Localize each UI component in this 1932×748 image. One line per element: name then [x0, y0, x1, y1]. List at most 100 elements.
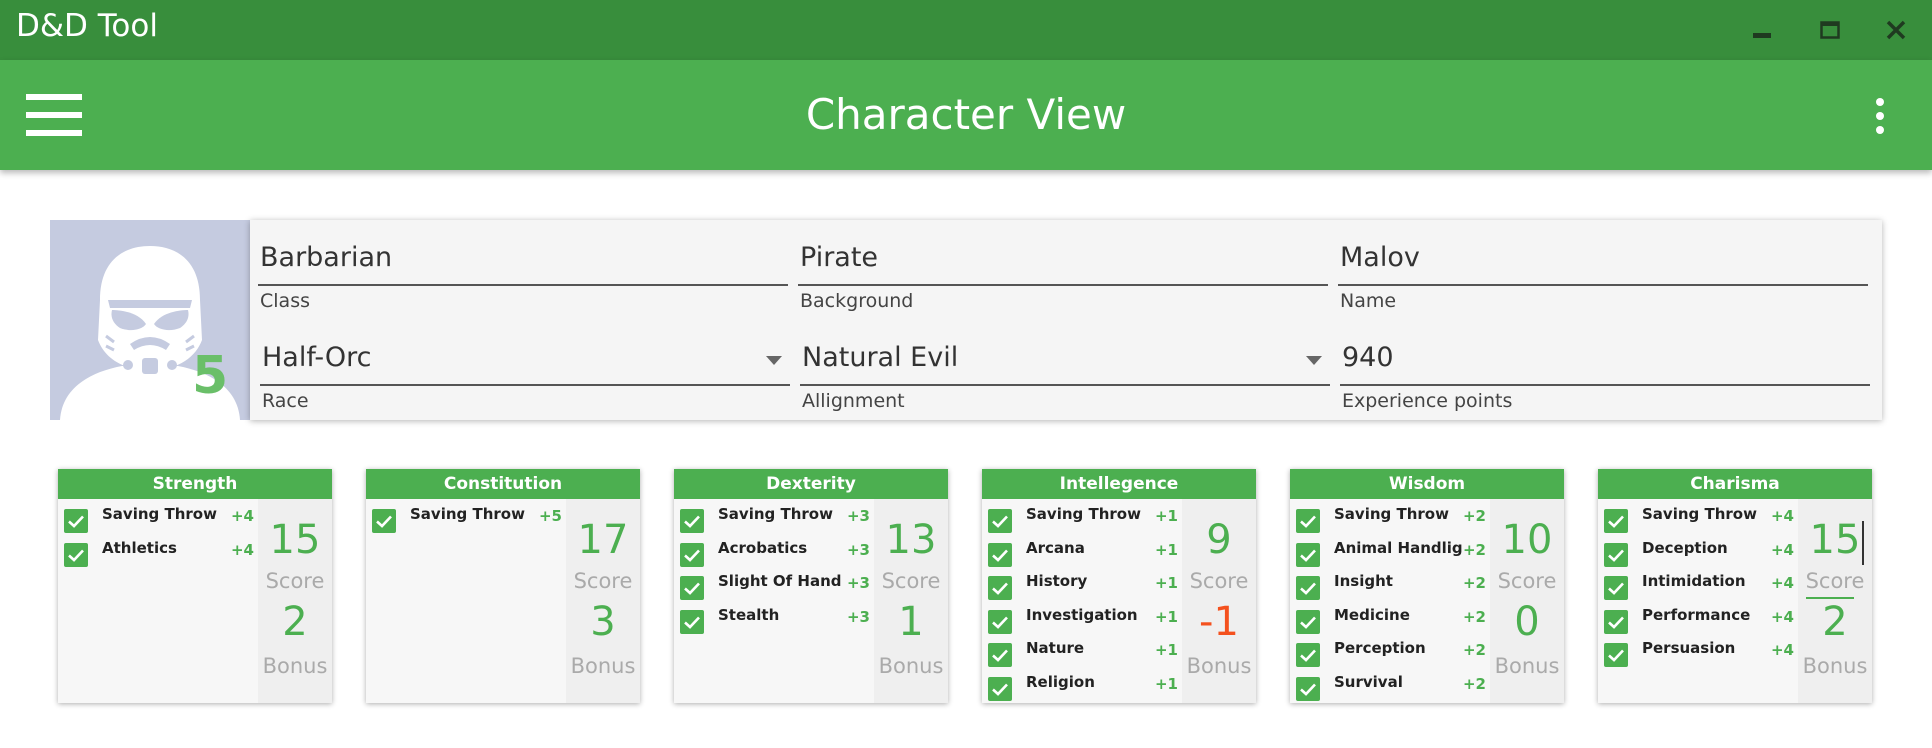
chevron-down-icon[interactable] — [1306, 356, 1322, 365]
skill-checkbox[interactable] — [680, 576, 704, 600]
skill-checkbox[interactable] — [1296, 610, 1320, 634]
name-input[interactable]: Malov — [1340, 242, 1420, 273]
skill-row[interactable]: Insight +2 — [1294, 570, 1488, 600]
skill-checkbox[interactable] — [680, 509, 704, 533]
skill-row[interactable]: Investigation +1 — [986, 604, 1180, 634]
maximize-button[interactable] — [1810, 10, 1850, 50]
skill-checkbox[interactable] — [1296, 543, 1320, 567]
skill-checkbox[interactable] — [1296, 677, 1320, 701]
skill-row[interactable]: Performance +4 — [1602, 604, 1796, 634]
skill-row[interactable]: Saving Throw +4 — [62, 503, 256, 533]
experience-label: Experience points — [1342, 390, 1513, 412]
text-cursor — [1862, 521, 1864, 565]
skill-row[interactable]: Persuasion +4 — [1602, 637, 1796, 667]
ability-score-input[interactable]: 10 — [1490, 517, 1564, 563]
skill-row[interactable]: Nature +1 — [986, 637, 1180, 667]
skill-checkbox[interactable] — [988, 610, 1012, 634]
skill-checkbox[interactable] — [988, 509, 1012, 533]
skill-name: Saving Throw — [1026, 505, 1141, 523]
score-column: 9 Score -1 Bonus — [1182, 499, 1256, 703]
skill-checkbox[interactable] — [64, 543, 88, 567]
skill-row[interactable]: Saving Throw +3 — [678, 503, 872, 533]
class-field[interactable]: Barbarian Class — [250, 220, 790, 312]
ability-bonus: 0 — [1514, 599, 1540, 645]
minimize-button[interactable] — [1742, 10, 1782, 50]
skill-modifier: +4 — [230, 541, 254, 559]
skill-name: Religion — [1026, 673, 1095, 691]
close-button[interactable] — [1876, 10, 1916, 50]
skill-checkbox[interactable] — [680, 610, 704, 634]
skill-checkbox[interactable] — [680, 543, 704, 567]
skill-row[interactable]: Religion +1 — [986, 671, 1180, 701]
ability-score-input[interactable]: 17 — [566, 517, 640, 563]
skill-row[interactable]: Slight Of Hand +3 — [678, 570, 872, 600]
skill-row[interactable]: History +1 — [986, 570, 1180, 600]
skill-row[interactable]: Medicine +2 — [1294, 604, 1488, 634]
skill-modifier: +1 — [1154, 608, 1178, 626]
skill-checkbox[interactable] — [1604, 543, 1628, 567]
skill-checkbox[interactable] — [988, 543, 1012, 567]
skill-row[interactable]: Acrobatics +3 — [678, 537, 872, 567]
skill-modifier: +4 — [1770, 541, 1794, 559]
name-field[interactable]: Malov Name — [1330, 220, 1870, 312]
skill-checkbox[interactable] — [372, 509, 396, 533]
skill-row[interactable]: Saving Throw +4 — [1602, 503, 1796, 533]
character-level: 5 — [192, 346, 229, 406]
experience-field[interactable]: 940 Experience points — [1332, 320, 1872, 412]
ability-score-input[interactable]: 15 — [1798, 517, 1872, 563]
experience-input[interactable]: 940 — [1342, 342, 1394, 373]
skill-checkbox[interactable] — [1296, 643, 1320, 667]
ability-bonus: 3 — [590, 599, 616, 645]
alignment-field[interactable]: Natural Evil Allignment — [792, 320, 1332, 412]
skill-checkbox[interactable] — [1296, 509, 1320, 533]
skill-checkbox[interactable] — [64, 509, 88, 533]
ability-score-input[interactable]: 13 — [874, 517, 948, 563]
ability-card-wisdom: Wisdom Saving Throw +2 Animal Handlig +2 Insi… — [1290, 469, 1564, 703]
skill-name: Investigation — [1026, 606, 1138, 624]
skill-modifier: +2 — [1462, 641, 1486, 659]
skill-modifier: +2 — [1462, 507, 1486, 525]
skill-row[interactable]: Animal Handlig +2 — [1294, 537, 1488, 567]
name-underline — [1338, 284, 1868, 286]
race-field[interactable]: Half-Orc Race — [252, 320, 792, 412]
skill-row[interactable]: Intimidation +4 — [1602, 570, 1796, 600]
skill-modifier: +1 — [1154, 675, 1178, 693]
skill-row[interactable]: Saving Throw +2 — [1294, 503, 1488, 533]
skill-checkbox[interactable] — [1604, 576, 1628, 600]
skill-row[interactable]: Deception +4 — [1602, 537, 1796, 567]
background-field[interactable]: Pirate Background — [790, 220, 1330, 312]
bonus-label: Bonus — [1802, 654, 1868, 678]
skill-row[interactable]: Athletics +4 — [62, 537, 256, 567]
score-column: 15 Score 2 Bonus — [258, 499, 332, 703]
ability-score-input[interactable]: 9 — [1182, 517, 1256, 563]
ability-score-input[interactable]: 15 — [258, 517, 332, 563]
skill-checkbox[interactable] — [1296, 576, 1320, 600]
skill-modifier: +4 — [1770, 608, 1794, 626]
character-info-panel: Barbarian Class Pirate Background Malov … — [250, 220, 1882, 420]
class-input[interactable]: Barbarian — [260, 242, 392, 273]
chevron-down-icon[interactable] — [766, 356, 782, 365]
ability-card-constitution: Constitution Saving Throw +5 17 Score 3 Bonus — [366, 469, 640, 703]
skill-row[interactable]: Survival +2 — [1294, 671, 1488, 701]
skill-row[interactable]: Saving Throw +5 — [370, 503, 564, 533]
race-select[interactable]: Half-Orc — [262, 342, 371, 373]
more-options-button[interactable] — [1864, 92, 1896, 140]
skill-row[interactable]: Arcana +1 — [986, 537, 1180, 567]
skill-checkbox[interactable] — [1604, 643, 1628, 667]
skill-checkbox[interactable] — [1604, 509, 1628, 533]
skill-row[interactable]: Perception +2 — [1294, 637, 1488, 667]
close-icon — [1886, 20, 1906, 40]
page-title: Character View — [805, 90, 1127, 139]
skill-checkbox[interactable] — [1604, 610, 1628, 634]
skill-name: Perception — [1334, 639, 1426, 657]
skill-checkbox[interactable] — [988, 576, 1012, 600]
alignment-select[interactable]: Natural Evil — [802, 342, 958, 373]
skill-name: Saving Throw — [410, 505, 525, 523]
skill-checkbox[interactable] — [988, 643, 1012, 667]
score-column: 15 Score 2 Bonus — [1798, 499, 1872, 703]
skill-row[interactable]: Stealth +3 — [678, 604, 872, 634]
background-input[interactable]: Pirate — [800, 242, 878, 273]
skill-row[interactable]: Saving Throw +1 — [986, 503, 1180, 533]
skill-modifier: +1 — [1154, 541, 1178, 559]
skill-checkbox[interactable] — [988, 677, 1012, 701]
